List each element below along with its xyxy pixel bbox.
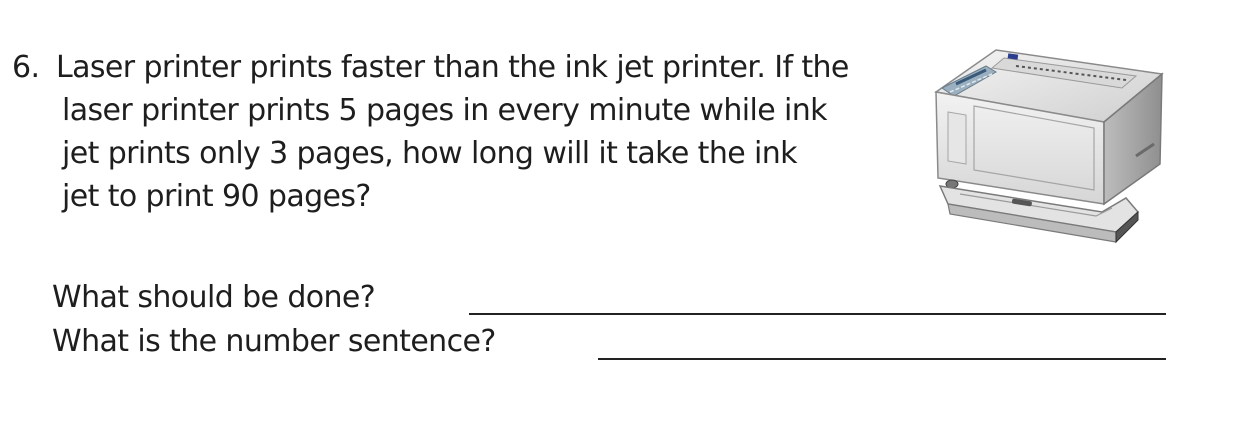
- word-problem: 6. Laser printer prints faster than the i…: [12, 46, 912, 218]
- problem-text-line-1: Laser printer prints faster than the ink…: [56, 50, 849, 85]
- question-what-should-be-done: What should be done?: [52, 280, 376, 315]
- laser-printer-icon: [934, 49, 1164, 244]
- question-number-sentence: What is the number sentence?: [52, 324, 496, 359]
- problem-number: 6.: [12, 50, 40, 85]
- problem-text-line-2: laser printer prints 5 pages in every mi…: [62, 93, 828, 128]
- answer-blank-2[interactable]: [598, 358, 1166, 360]
- answer-blank-1[interactable]: [469, 313, 1166, 315]
- problem-text-line-3: jet prints only 3 pages, how long will i…: [62, 136, 798, 171]
- problem-text-line-4: jet to print 90 pages?: [62, 179, 371, 214]
